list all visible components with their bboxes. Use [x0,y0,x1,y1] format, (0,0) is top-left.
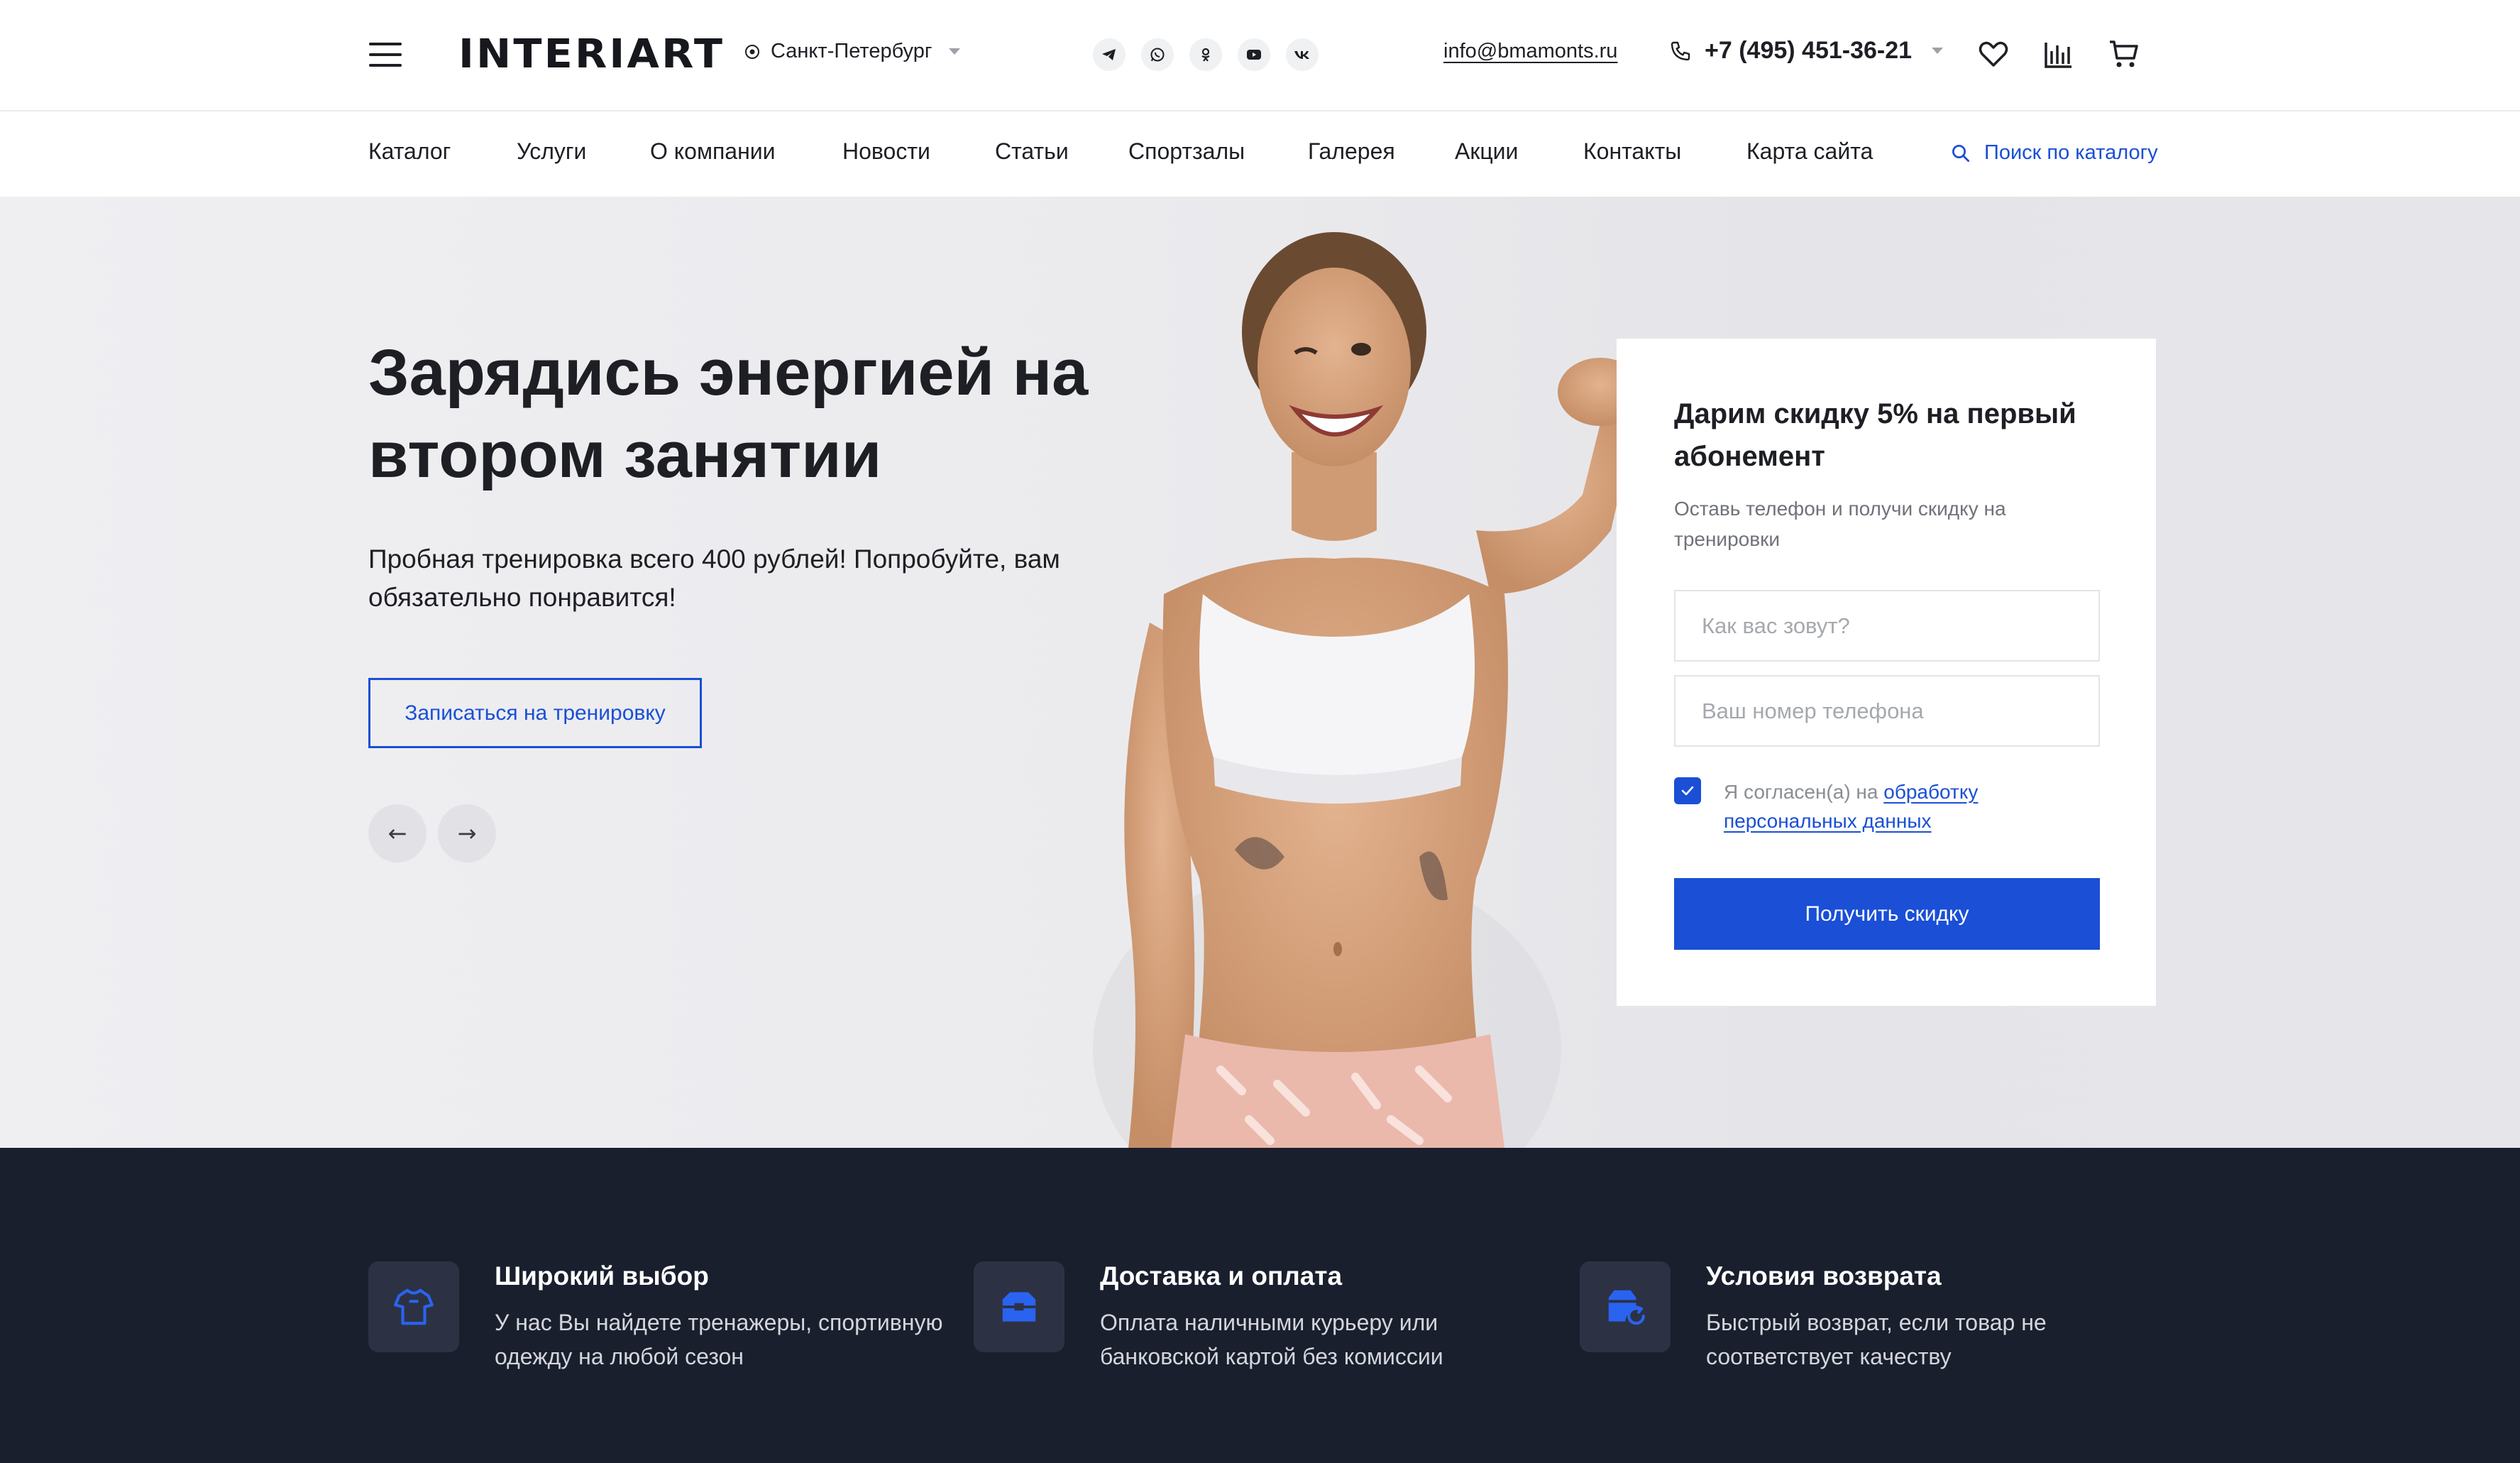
telegram-icon[interactable] [1093,38,1126,71]
nav-item-catalog[interactable]: Каталог [368,138,517,165]
city-label: Санкт-Петербург [771,40,932,62]
compare-icon[interactable] [2042,37,2076,71]
delivery-box-icon [974,1261,1064,1352]
discount-form-card: Дарим скидку 5% на первый абонемент Оста… [1617,339,2156,1006]
feature-title: Условия возврата [1706,1261,1942,1291]
nav-item-articles[interactable]: Статьи [995,138,1128,165]
nav-items: Каталог Услуги О компании Новости Статьи… [368,138,1873,165]
phone-input[interactable] [1674,675,2100,747]
nav-item-gyms[interactable]: Спортзалы [1128,138,1308,165]
city-selector[interactable]: Санкт-Петербург [744,40,961,63]
arrow-right-icon: → [457,820,477,847]
feature-title: Доставка и оплата [1100,1261,1343,1291]
email-link[interactable]: info@bmamonts.ru [1443,40,1617,63]
feature-title: Широкий выбор [495,1261,709,1291]
tshirt-icon [368,1261,459,1352]
feature-text: Оплата наличными курьеру или банковской … [1100,1310,1443,1369]
nav-item-gallery[interactable]: Галерея [1308,138,1455,165]
whatsapp-icon[interactable] [1141,38,1174,71]
phone-selector[interactable]: +7 (495) 451-36-21 [1669,37,1944,65]
search-icon [1952,144,1969,162]
slider-prev-button[interactable]: ← [368,804,427,862]
chevron-down-icon [1932,48,1944,54]
top-header: INTERIART Санкт-Петербург info@bmamonts.… [0,0,2520,111]
nav-item-sitemap[interactable]: Карта сайта [1746,138,1873,165]
consent-checkbox[interactable] [1674,777,1701,804]
youtube-icon[interactable] [1238,38,1270,71]
location-icon [745,44,759,59]
nav-item-news[interactable]: Новости [842,138,995,165]
get-discount-button[interactable]: Получить скидку [1674,878,2100,950]
chevron-down-icon [949,48,961,55]
logo[interactable]: INTERIART [458,31,725,77]
arrow-left-icon: ← [387,820,407,847]
hero-banner: Зарядись энергией на втором занятии Проб… [0,197,2520,1148]
vk-icon[interactable] [1286,38,1319,71]
consent-row: Я согласен(а) на обработку персональных … [1674,777,2064,835]
phone-number: +7 (495) 451-36-21 [1705,37,1913,64]
search-label: Поиск по каталогу [1984,141,2158,164]
nav-item-services[interactable]: Услуги [517,138,650,165]
odnoklassniki-icon[interactable] [1189,38,1222,71]
features-strip: Широкий выбор У нас Вы найдете тренажеры… [0,1148,2520,1463]
phone-icon [1671,41,1690,60]
consent-prefix: Я согласен(а) на [1724,781,1884,803]
favorites-icon[interactable] [1976,37,2010,71]
catalog-search[interactable]: Поиск по каталогу [1950,141,2158,165]
return-icon [1580,1261,1671,1352]
nav-item-contacts[interactable]: Контакты [1583,138,1746,165]
feature-text: Быстрый возврат, если товар не соответст… [1706,1310,2047,1369]
nav-item-about[interactable]: О компании [650,138,842,165]
hero-photo-woman [1093,232,1643,1148]
slider-next-button[interactable]: → [438,804,496,862]
feature-text: У нас Вы найдете тренажеры, спортивную о… [495,1310,943,1369]
social-links [1093,38,1319,71]
nav-item-promo[interactable]: Акции [1455,138,1583,165]
cart-icon[interactable] [2107,37,2141,71]
header-actions [1976,37,2141,71]
form-title: Дарим скидку 5% на первый абонемент [1674,398,2076,472]
form-subtitle: Оставь телефон и получи скидку на тренир… [1674,498,2006,550]
name-input[interactable] [1674,590,2100,662]
signup-training-button[interactable]: Записаться на тренировку [368,678,702,748]
checkmark-icon [1681,786,1694,796]
consent-text: Я согласен(а) на обработку персональных … [1724,777,2064,835]
main-nav: Каталог Услуги О компании Новости Статьи… [0,111,2520,197]
menu-burger-icon[interactable] [369,43,402,67]
